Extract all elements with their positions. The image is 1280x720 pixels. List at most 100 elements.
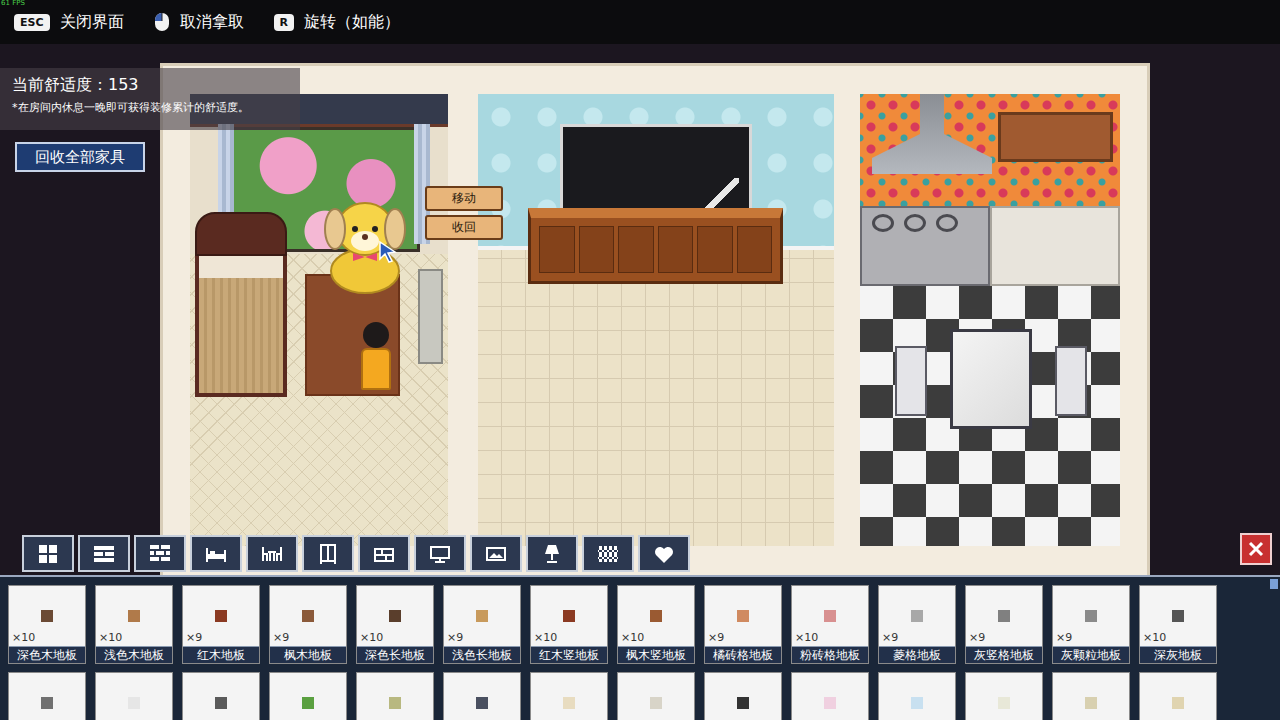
dining-table[interactable] bbox=[950, 329, 1032, 429]
bed[interactable] bbox=[195, 212, 287, 397]
item-card[interactable] bbox=[617, 672, 695, 720]
item-swatch bbox=[563, 697, 575, 709]
item-preview bbox=[96, 673, 172, 720]
item-swatch bbox=[389, 610, 401, 622]
item-swatch bbox=[737, 610, 749, 622]
item-preview bbox=[705, 673, 781, 720]
item-card[interactable]: ×10枫木竖地板 bbox=[617, 585, 695, 664]
item-count: ×10 bbox=[795, 631, 818, 644]
item-card[interactable]: ×10 深色木地板 bbox=[8, 585, 86, 664]
category-tab[interactable] bbox=[470, 535, 522, 572]
category-tab[interactable] bbox=[414, 535, 466, 572]
item-card[interactable] bbox=[704, 672, 782, 720]
item-card[interactable] bbox=[269, 672, 347, 720]
category-tab[interactable] bbox=[582, 535, 634, 572]
item-swatch bbox=[824, 610, 836, 622]
item-card[interactable]: ×9菱格地板 bbox=[878, 585, 956, 664]
item-card[interactable] bbox=[182, 672, 260, 720]
item-card[interactable] bbox=[530, 672, 608, 720]
plush-dog-icon[interactable] bbox=[320, 189, 410, 294]
item-card[interactable]: ×10深色长地板 bbox=[356, 585, 434, 664]
item-preview: ×9 bbox=[879, 586, 955, 646]
context-menu-item[interactable]: 收回 bbox=[425, 215, 503, 240]
category-tab[interactable] bbox=[134, 535, 186, 572]
item-swatch bbox=[824, 697, 836, 709]
wardrobe[interactable] bbox=[418, 269, 443, 364]
category-tabs bbox=[22, 535, 690, 572]
comfort-note: *在房间内休息一晚即可获得装修累计的舒适度。 bbox=[12, 100, 288, 115]
category-tab[interactable] bbox=[526, 535, 578, 572]
close-button[interactable] bbox=[1240, 533, 1272, 565]
item-name: 灰竖格地板 bbox=[966, 646, 1042, 663]
item-swatch bbox=[41, 610, 53, 622]
item-card[interactable]: ×9浅色长地板 bbox=[443, 585, 521, 664]
close-x-icon bbox=[1246, 539, 1266, 559]
item-swatch bbox=[998, 610, 1010, 622]
item-preview: ×10 bbox=[618, 586, 694, 646]
item-card[interactable]: ×9橘砖格地板 bbox=[704, 585, 782, 664]
item-card[interactable]: ×10深灰地板 bbox=[1139, 585, 1217, 664]
item-card[interactable] bbox=[443, 672, 521, 720]
living-room bbox=[478, 94, 834, 546]
item-card[interactable] bbox=[1139, 672, 1217, 720]
item-count: ×10 bbox=[99, 631, 122, 644]
cabinet-drawer bbox=[579, 226, 615, 273]
item-card[interactable]: ×10粉砖格地板 bbox=[791, 585, 869, 664]
scrollbar-thumb[interactable] bbox=[1270, 579, 1278, 589]
hint-label: 关闭界面 bbox=[60, 12, 124, 33]
category-tab[interactable] bbox=[246, 535, 298, 572]
item-swatch bbox=[128, 610, 140, 622]
cabinet-drawer bbox=[618, 226, 654, 273]
category-icon bbox=[92, 542, 116, 566]
item-card[interactable] bbox=[791, 672, 869, 720]
item-card[interactable] bbox=[95, 672, 173, 720]
hint-bar: ESC关闭界面取消拿取R旋转（如能） bbox=[0, 0, 1280, 44]
item-swatch bbox=[41, 697, 53, 709]
television[interactable] bbox=[560, 124, 752, 221]
item-preview: ×9 bbox=[270, 586, 346, 646]
category-tab[interactable] bbox=[638, 535, 690, 572]
item-card[interactable] bbox=[8, 672, 86, 720]
tv-cabinet[interactable] bbox=[528, 208, 783, 284]
item-card[interactable]: ×9灰颗粒地板 bbox=[1052, 585, 1130, 664]
bed-mattress bbox=[195, 278, 287, 397]
chair[interactable] bbox=[895, 346, 927, 416]
item-count: ×10 bbox=[12, 631, 35, 644]
sink-counter[interactable] bbox=[990, 206, 1120, 286]
item-card[interactable]: ×9枫木地板 bbox=[269, 585, 347, 664]
category-tab[interactable] bbox=[22, 535, 74, 572]
item-swatch bbox=[302, 610, 314, 622]
context-menu-item[interactable]: 移动 bbox=[425, 186, 503, 211]
item-swatch bbox=[389, 697, 401, 709]
stove[interactable] bbox=[860, 206, 990, 286]
item-card[interactable]: ×10红木竖地板 bbox=[530, 585, 608, 664]
item-preview: ×10 bbox=[1140, 586, 1216, 646]
living-floor[interactable] bbox=[478, 250, 834, 546]
item-swatch bbox=[563, 610, 575, 622]
item-name: 枫木竖地板 bbox=[618, 646, 694, 663]
item-name: 深色木地板 bbox=[9, 646, 85, 663]
item-preview bbox=[879, 673, 955, 720]
recycle-all-button[interactable]: 回收全部家具 bbox=[15, 142, 145, 172]
category-tab[interactable] bbox=[78, 535, 130, 572]
item-count: ×9 bbox=[273, 631, 289, 644]
category-tab[interactable] bbox=[302, 535, 354, 572]
room-stage: 移动收回当前舒适度：153*在房间内休息一晚即可获得装修累计的舒适度。回收全部家… bbox=[0, 44, 1280, 575]
item-card[interactable] bbox=[965, 672, 1043, 720]
scrollbar[interactable] bbox=[1270, 579, 1278, 720]
item-card[interactable] bbox=[878, 672, 956, 720]
item-card[interactable]: ×10浅色木地板 bbox=[95, 585, 173, 664]
item-card[interactable] bbox=[1052, 672, 1130, 720]
chair[interactable] bbox=[1055, 346, 1087, 416]
item-card[interactable] bbox=[356, 672, 434, 720]
category-tab[interactable] bbox=[190, 535, 242, 572]
item-card[interactable]: ×9红木地板 bbox=[182, 585, 260, 664]
wall-cabinet[interactable] bbox=[998, 112, 1113, 162]
comfort-value: 当前舒适度：153 bbox=[12, 74, 288, 96]
category-tab[interactable] bbox=[358, 535, 410, 572]
item-card[interactable]: ×9灰竖格地板 bbox=[965, 585, 1043, 664]
category-icon bbox=[260, 542, 284, 566]
bedroom: 移动收回 bbox=[190, 94, 448, 546]
context-menu: 移动收回 bbox=[425, 186, 503, 240]
cabinet-drawer bbox=[539, 226, 575, 273]
